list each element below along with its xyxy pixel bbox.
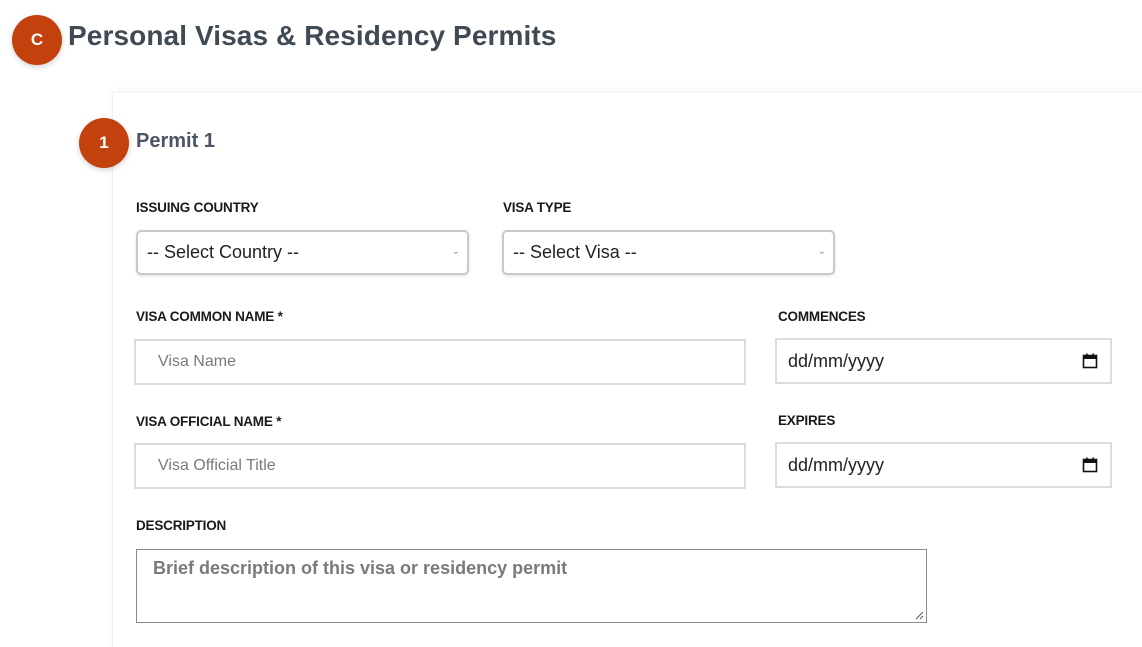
chevron-down-icon: ⌄ (451, 246, 460, 257)
issuing-country-value: -- Select Country -- (147, 242, 300, 262)
visa-type-select[interactable]: -- Select Visa -- ⌄ (502, 230, 835, 275)
visa-official-name-input[interactable]: Visa Official Title (134, 443, 746, 489)
permit-number-badge: 1 (79, 118, 129, 168)
chevron-down-icon: ⌄ (817, 246, 826, 257)
visa-common-name-input[interactable]: Visa Name (134, 339, 746, 385)
permit-title: Permit 1 (136, 130, 215, 152)
visa-official-name-placeholder: Visa Official Title (158, 457, 276, 474)
description-textarea[interactable]: Brief description of this visa or reside… (136, 549, 927, 623)
resize-handle-icon[interactable] (915, 611, 924, 620)
section-title: Personal Visas & Residency Permits (68, 20, 557, 51)
expires-label: EXPIRES (778, 413, 836, 428)
visa-common-name-label: VISA COMMON NAME * (136, 309, 283, 324)
expires-date-input[interactable]: dd/mm/yyyy (775, 442, 1112, 488)
issuing-country-label: ISSUING COUNTRY (136, 200, 259, 215)
page: C Personal Visas & Residency Permits 1 P… (0, 0, 1142, 647)
visa-common-name-placeholder: Visa Name (158, 353, 236, 370)
visa-official-name-label: VISA OFFICIAL NAME * (136, 414, 282, 429)
description-label: DESCRIPTION (136, 518, 227, 533)
description-placeholder: Brief description of this visa or reside… (153, 558, 568, 578)
commences-label: COMMENCES (778, 309, 866, 324)
calendar-icon[interactable] (1082, 457, 1098, 473)
calendar-icon[interactable] (1082, 353, 1098, 369)
section-badge: C (12, 15, 62, 65)
issuing-country-select[interactable]: -- Select Country -- ⌄ (136, 230, 469, 275)
commences-date-input[interactable]: dd/mm/yyyy (775, 338, 1112, 384)
commences-value: dd/mm/yyyy (788, 350, 885, 371)
visa-type-value: -- Select Visa -- (513, 242, 637, 262)
visa-type-label: VISA TYPE (503, 200, 572, 215)
expires-value: dd/mm/yyyy (788, 454, 885, 475)
